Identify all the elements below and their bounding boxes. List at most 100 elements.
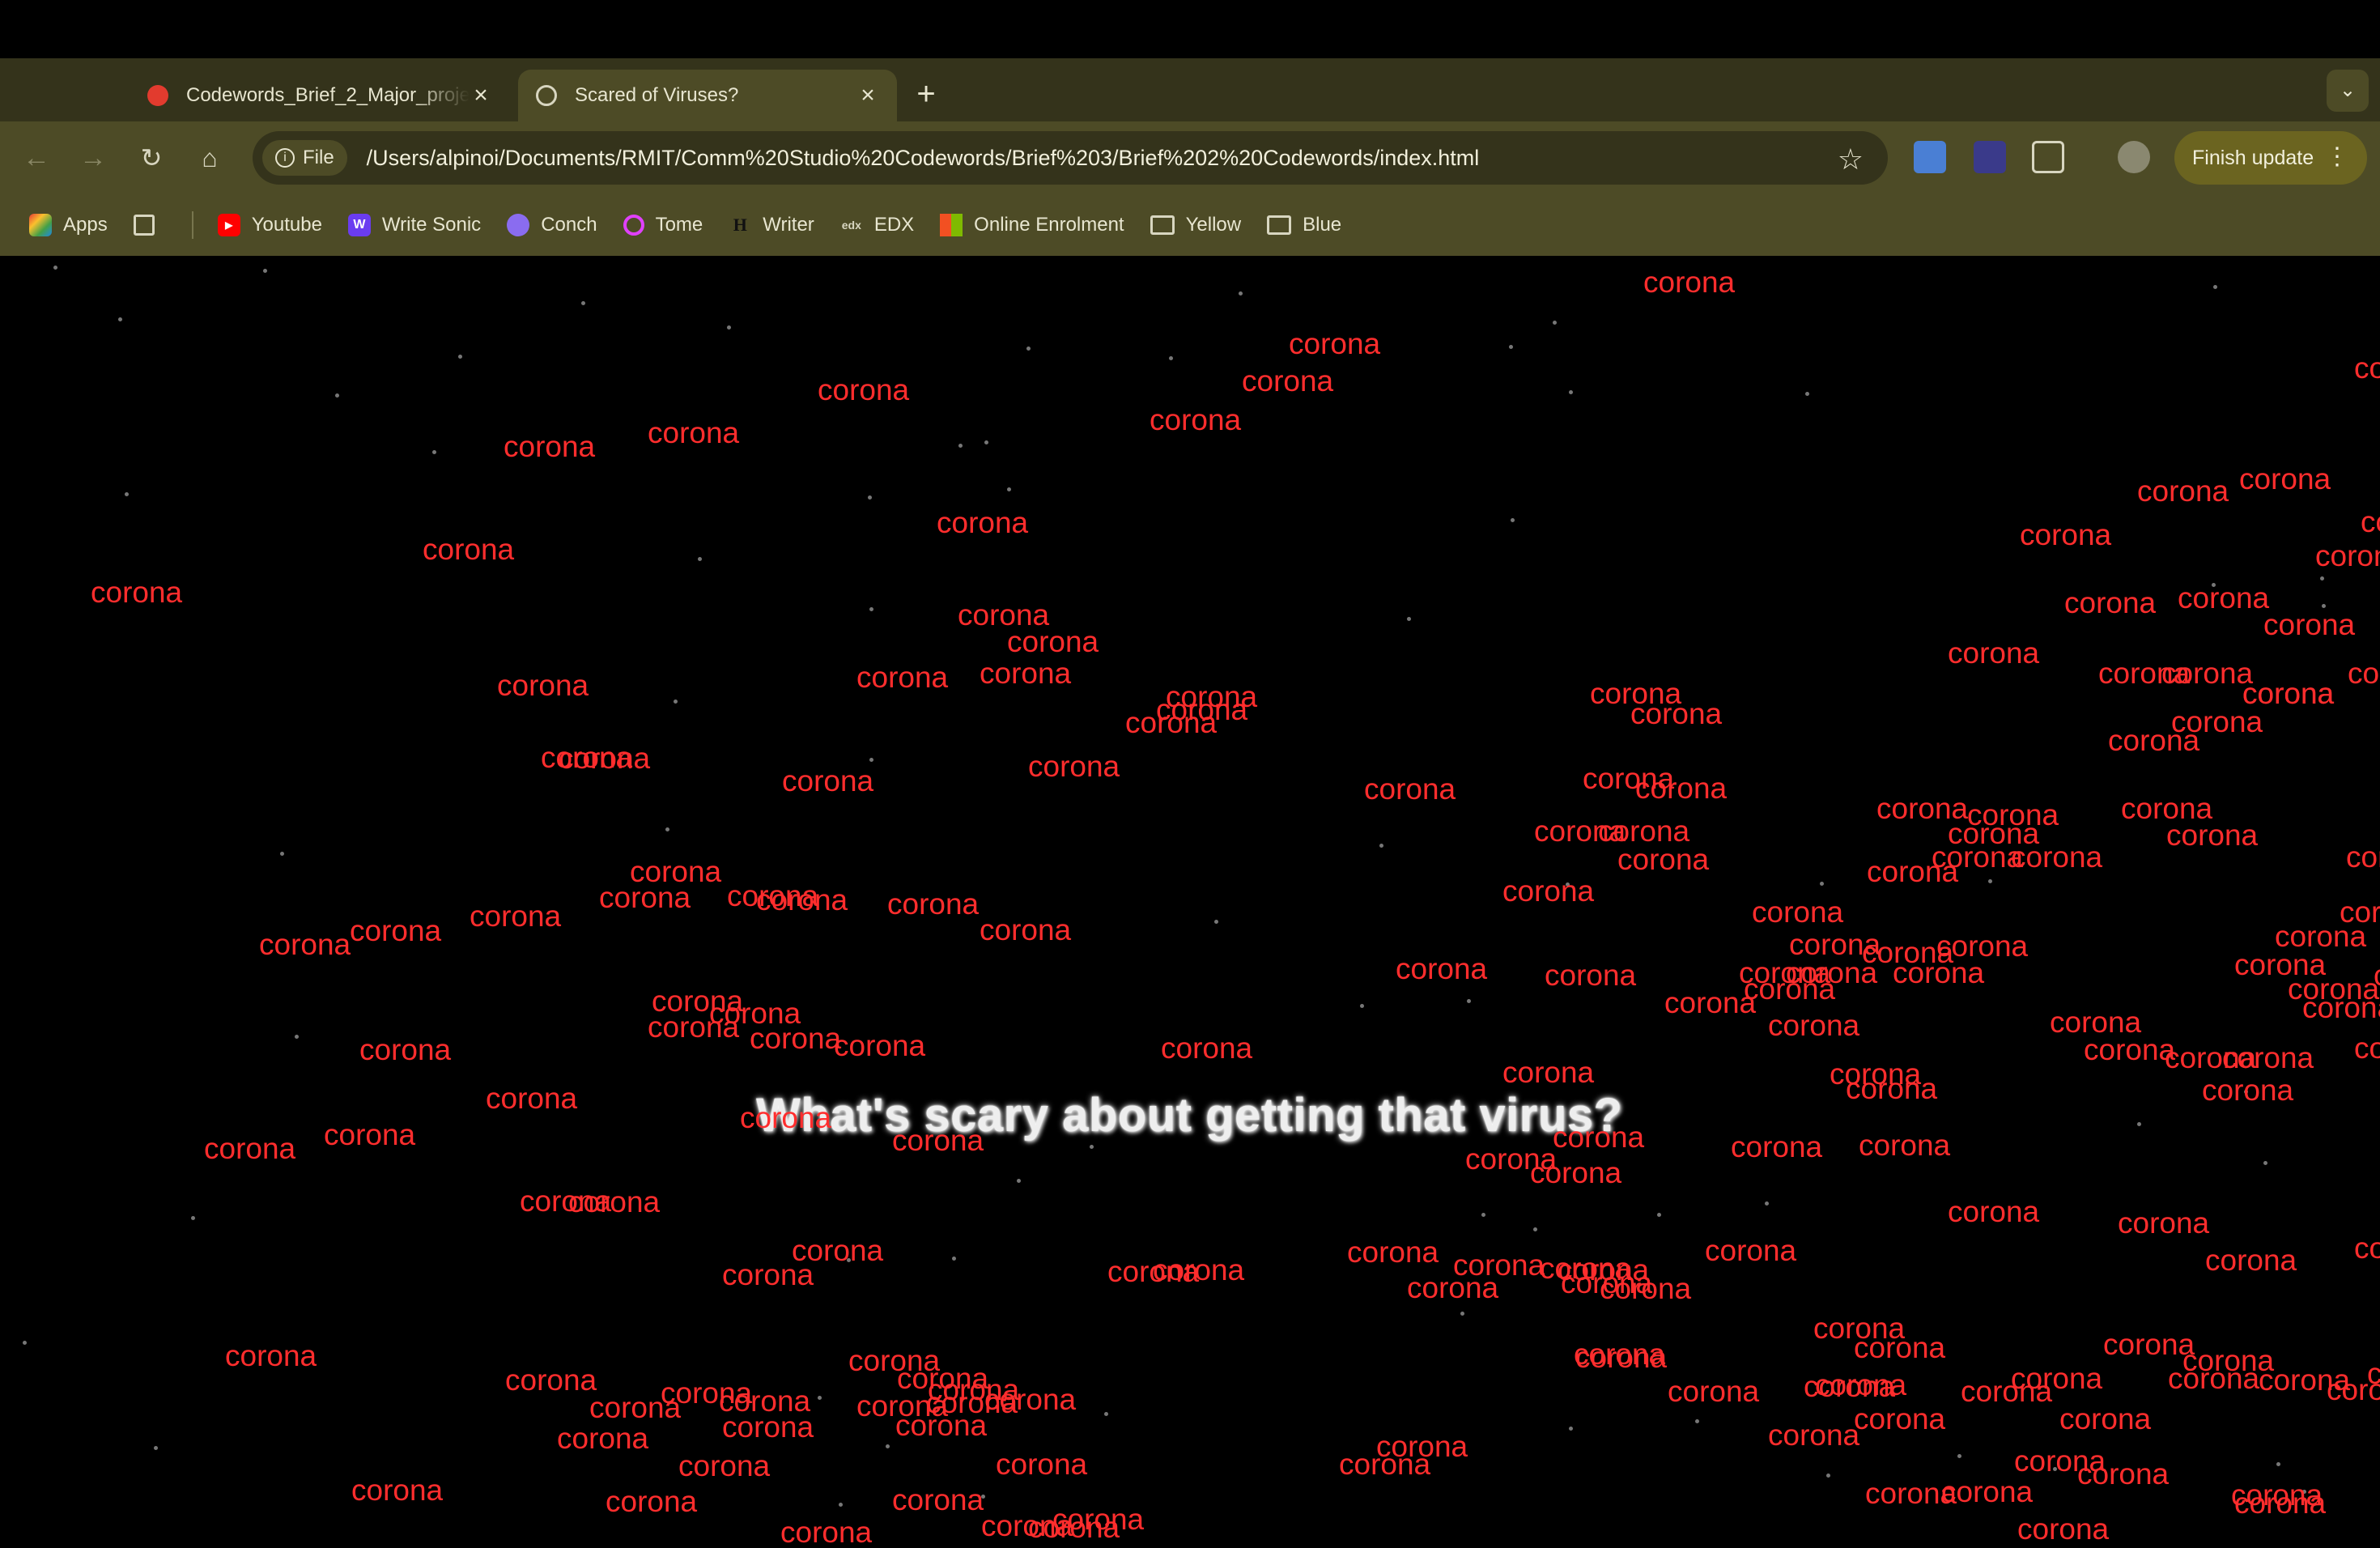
- bookmark-write-sonic[interactable]: W Write Sonic: [347, 214, 481, 236]
- corona-word: corona: [2118, 1206, 2210, 1240]
- corona-word: corona: [1156, 693, 1248, 726]
- star-dot: [280, 852, 284, 856]
- corona-word: corona: [497, 669, 589, 702]
- corona-word: corona: [1530, 1156, 1622, 1189]
- star-dot: [263, 269, 267, 273]
- page-question: What's scary about getting that virus?: [756, 1089, 1623, 1142]
- bookmark-youtube[interactable]: ▶ Youtube: [217, 214, 322, 236]
- star-dot: [869, 607, 873, 611]
- tome-icon: [623, 215, 644, 236]
- bookmark-folder-blue[interactable]: Blue: [1267, 214, 1341, 236]
- corona-word: corona: [1052, 1503, 1145, 1536]
- corona-word: corona: [505, 1363, 597, 1397]
- reload-button[interactable]: ↻: [133, 139, 170, 176]
- corona-word: corona: [204, 1132, 296, 1165]
- corona-word: corona: [1804, 1370, 1896, 1403]
- folder-icon: [1150, 215, 1175, 235]
- more-menu-icon[interactable]: ⋮: [2325, 142, 2349, 171]
- star-dot: [665, 827, 669, 831]
- bookmark-folder-yellow[interactable]: Yellow: [1150, 214, 1241, 236]
- corona-word: corona: [887, 887, 980, 921]
- corona-word: corona: [2077, 1457, 2170, 1491]
- close-icon[interactable]: ×: [856, 82, 879, 109]
- corona-word: corona: [1961, 1375, 2053, 1408]
- bookmarks-bar: Apps ▶ Youtube W Write Sonic Conch Tome …: [0, 194, 2380, 256]
- corona-word: corona: [648, 416, 740, 449]
- system-menu-bar: [0, 0, 2380, 58]
- tab-scared-of-viruses[interactable]: Scared of Viruses? ×: [518, 70, 897, 121]
- corona-word: corona: [1617, 843, 1710, 876]
- home-button[interactable]: ⌂: [191, 139, 228, 176]
- corona-word: corona: [1553, 1121, 1645, 1154]
- corona-word: corona: [722, 1258, 814, 1291]
- tab-groups-button[interactable]: [133, 215, 166, 236]
- close-icon[interactable]: ×: [470, 82, 492, 109]
- corona-word: corona: [2166, 819, 2259, 852]
- star-dot: [191, 1216, 195, 1220]
- url-text[interactable]: /Users/alpinoi/Documents/RMIT/Comm%20Stu…: [367, 146, 1480, 171]
- bookmark-conch[interactable]: Conch: [507, 214, 597, 236]
- corona-word: corona: [259, 928, 351, 961]
- tab-codewords-brief[interactable]: Codewords_Brief_2_Major_project ×: [130, 70, 510, 121]
- corona-word: corona: [2354, 1231, 2380, 1265]
- bookmark-label: Apps: [63, 214, 108, 236]
- corona-word: corona: [1502, 874, 1595, 908]
- corona-word: corona: [1668, 1375, 1760, 1408]
- corona-word: corona: [225, 1339, 317, 1372]
- grid-icon: [133, 215, 155, 236]
- tab-search-button[interactable]: ⌄: [2327, 70, 2369, 112]
- star-dot: [1569, 1427, 1573, 1431]
- corona-word: corona: [2234, 1486, 2327, 1520]
- corona-word: corona: [1867, 855, 1959, 888]
- bookmark-apps[interactable]: Apps: [29, 214, 108, 236]
- star-dot: [23, 1341, 27, 1345]
- bookmark-star-icon[interactable]: ☆: [1838, 142, 1864, 176]
- corona-word: corona: [1859, 1129, 1951, 1162]
- google-translate-icon[interactable]: [1914, 141, 1946, 173]
- star-dot: [1214, 920, 1218, 924]
- corona-word: corona: [1007, 625, 1099, 658]
- avatar[interactable]: [2118, 141, 2150, 173]
- corona-word: corona: [1364, 772, 1456, 806]
- bookmark-online-enrolment[interactable]: Online Enrolment: [940, 214, 1124, 236]
- corona-word: corona: [2354, 351, 2380, 385]
- corona-word: corona: [2374, 959, 2380, 993]
- corona-word: corona: [2239, 462, 2331, 495]
- star-dot: [1017, 1179, 1021, 1183]
- corona-word: corona: [91, 576, 183, 609]
- bookmark-tome[interactable]: Tome: [623, 214, 703, 236]
- star-dot: [2276, 1462, 2280, 1466]
- star-dot: [1407, 617, 1411, 621]
- extensions-puzzle-icon[interactable]: [2032, 141, 2064, 173]
- forward-button[interactable]: →: [74, 139, 112, 176]
- star-dot: [1553, 321, 1557, 325]
- corona-word: corona: [892, 1483, 984, 1516]
- bookmark-edx[interactable]: edx EDX: [840, 214, 914, 236]
- corona-word: corona: [1161, 1031, 1253, 1065]
- corona-word: corona: [1396, 952, 1488, 985]
- star-dot: [295, 1035, 299, 1039]
- corona-word: corona: [324, 1118, 416, 1151]
- corona-word: corona: [2103, 1328, 2195, 1361]
- corona-word: corona: [937, 506, 1029, 539]
- corona-word: corona: [2178, 581, 2270, 615]
- star-dot: [2137, 1122, 2141, 1126]
- back-button[interactable]: ←: [18, 139, 55, 176]
- corona-word: corona: [2346, 840, 2380, 874]
- corona-word: corona: [1540, 1252, 1632, 1285]
- star-dot: [1169, 356, 1173, 360]
- site-info-chip[interactable]: i File: [262, 140, 347, 176]
- star-dot: [698, 557, 702, 561]
- address-bar[interactable]: i File /Users/alpinoi/Documents/RMIT/Com…: [253, 131, 1888, 185]
- corona-word: corona: [486, 1082, 578, 1115]
- bookmark-writer[interactable]: H Writer: [729, 214, 814, 236]
- divider: [191, 211, 193, 239]
- corona-word: corona: [2064, 586, 2157, 619]
- star-dot: [1481, 1213, 1485, 1217]
- star-dot: [839, 1503, 843, 1507]
- extension-icon[interactable]: [1974, 141, 2006, 173]
- corona-word: corona: [351, 1474, 444, 1507]
- star-dot: [1820, 882, 1824, 886]
- finish-update-button[interactable]: Finish update ⋮: [2174, 131, 2367, 185]
- new-tab-button[interactable]: +: [908, 78, 944, 113]
